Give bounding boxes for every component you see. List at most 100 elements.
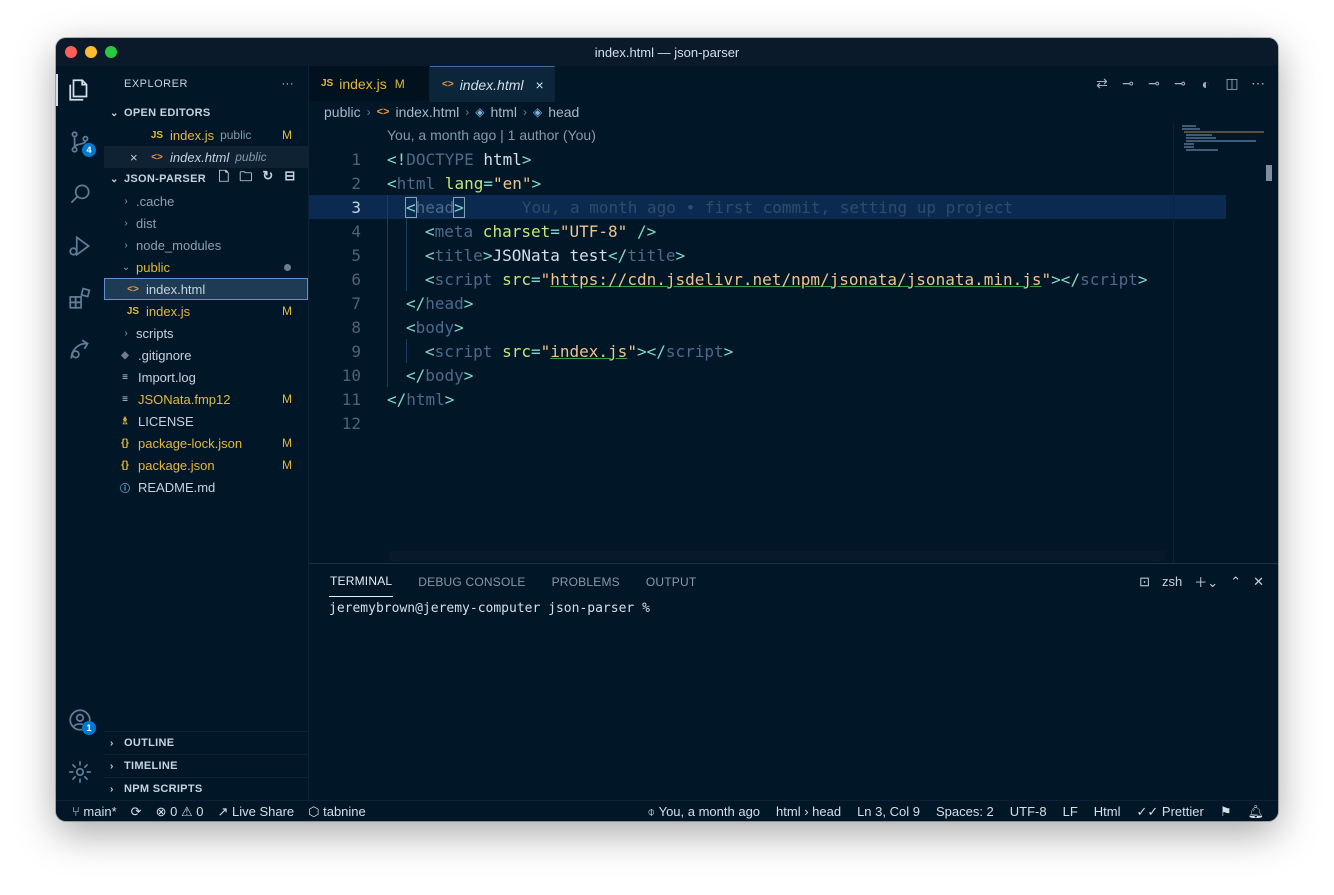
codelens-blame[interactable]: You, a month ago | 1 author (You) [387,127,596,143]
tab-terminal[interactable]: TERMINAL [329,566,394,597]
line-number: 11 [341,389,361,409]
split-editor-icon[interactable]: ◫ [1224,75,1240,92]
tree-item-node-modules[interactable]: › node_modules [104,234,308,256]
collapse-all-icon[interactable]: ⊟ [282,168,298,190]
outline-title: OUTLINE [124,737,175,749]
tree-item-readme[interactable]: ⓘ README.md [104,476,308,498]
code-line: 4 < meta charset = "UTF-8" /> [309,219,1226,243]
tree-item-index-js[interactable]: JS index.js M [104,300,308,322]
outline-section[interactable]: › OUTLINE [104,731,308,754]
minimap[interactable] [1173,123,1278,563]
files-icon [69,79,88,101]
end-of-line[interactable]: LF [1063,804,1078,819]
status-left: ⑂ main* ⟳ ⊗ 0 ⚠ 0 ↗ Live Share ⬡ tabnine [56,804,366,820]
js-file-icon: JS [126,305,140,317]
language-mode[interactable]: Html [1094,804,1121,819]
cursor-position[interactable]: Ln 3, Col 9 [857,804,920,819]
check-double-icon: ✓✓ [1136,803,1162,819]
close-icon[interactable]: ✕ [1253,574,1264,590]
refresh-icon[interactable]: ↻ [260,168,276,190]
panel-tabs: TERMINAL DEBUG CONSOLE PROBLEMS OUTPUT [309,564,1278,599]
chevron-right-icon: › [110,760,114,772]
prettier-status[interactable]: ✓✓ Prettier [1137,804,1204,820]
run-debug-button[interactable] [56,224,104,268]
toggle-blame-icon[interactable]: ◐ [1198,76,1214,92]
code-line: 11 </html > [309,387,1226,411]
open-editor-item-index-js[interactable]: JS index.js public M [104,124,308,146]
encoding[interactable]: UTF-8 [1010,804,1047,819]
breadcrumb-item[interactable]: public [324,104,361,120]
tree-item-cache[interactable]: › .cache [104,190,308,212]
close-window-button[interactable] [65,46,77,58]
source-control-button[interactable]: 4 [56,120,104,164]
problems-status[interactable]: ⊗ 0 ⚠ 0 [156,804,204,820]
vertical-scrollbar[interactable] [1266,165,1272,181]
tab-problems[interactable]: PROBLEMS [551,567,621,597]
remote-explorer-button[interactable] [56,328,104,372]
tree-item-package-lock[interactable]: {} package-lock.json M [104,432,308,454]
remote-explorer-icon [70,339,89,359]
extensions-button[interactable] [56,276,104,320]
search-button[interactable] [56,172,104,216]
element-icon: ◈ [475,105,485,119]
maximize-panel-icon[interactable]: ⌃ [1230,574,1241,590]
tree-item-dist[interactable]: › dist [104,212,308,234]
timeline-section[interactable]: › TIMELINE [104,754,308,777]
tabnine-status[interactable]: ⬡ tabnine [308,804,366,820]
tree-item-license[interactable]: ♗ LICENSE [104,410,308,432]
info-file-icon: ⓘ [120,483,130,495]
breadcrumb-item[interactable]: head [548,104,579,120]
tree-item-public[interactable]: ⌄ public [104,256,308,278]
tab-output[interactable]: OUTPUT [645,567,698,597]
accounts-button[interactable]: 1 [56,698,104,742]
notifications-bell-icon[interactable]: 🔔︎ [1247,804,1264,820]
npm-scripts-section[interactable]: › NPM SCRIPTS [104,777,308,800]
tab-index-js[interactable]: JS index.js M [309,66,430,101]
tab-index-html[interactable]: <> index.html × [430,66,555,102]
open-changes-icon[interactable]: ⇄ [1094,75,1110,92]
tree-item-jsonata-fmp12[interactable]: ≡ JSONata.fmp12 M [104,388,308,410]
breadcrumb-item[interactable]: html [491,104,517,120]
git-commit-icon[interactable]: ⊸ [1120,75,1136,92]
tree-item-index-html[interactable]: <> index.html [104,278,308,300]
code-editor[interactable]: You, a month ago | 1 author (You) 1 <! DOC… [309,123,1226,563]
close-icon[interactable]: × [130,150,144,165]
tree-item-label: scripts [136,325,174,341]
live-share-status[interactable]: ↗ Live Share [217,804,294,820]
context-status[interactable]: html › head [776,804,841,819]
next-change-icon[interactable]: ⊸ [1172,75,1188,92]
more-actions-icon[interactable]: ⋯ [1250,75,1266,92]
more-actions-icon[interactable]: ··· [282,78,295,90]
open-editors-section[interactable]: ⌄ OPEN EDITORS [104,102,308,124]
project-section[interactable]: ⌄ JSON-PARSER 🗋 🗀 ↻ ⊟ [104,168,308,190]
tree-item-import-log[interactable]: ≡ Import.log [104,366,308,388]
new-folder-icon[interactable]: 🗀 [238,168,254,190]
minimize-window-button[interactable] [85,46,97,58]
branch-status[interactable]: ⑂ main* [72,804,117,819]
breadcrumb-item[interactable]: index.html [395,104,459,120]
blame-status[interactable]: ⌽ You, a month ago [647,804,760,820]
explorer-sidebar: EXPLORER ··· ⌄ OPEN EDITORS JS index.js … [104,66,309,800]
indentation[interactable]: Spaces: 2 [936,804,994,819]
zoom-window-button[interactable] [105,46,117,58]
new-file-icon[interactable]: 🗋 [216,168,232,190]
tree-item-gitignore[interactable]: ◆ .gitignore [104,344,308,366]
tree-item-package-json[interactable]: {} package.json M [104,454,308,476]
open-editor-item-index-html[interactable]: × <> index.html public [104,146,308,168]
shell-name[interactable]: zsh [1162,574,1182,589]
close-icon[interactable]: × [536,77,544,93]
sync-icon[interactable]: ⟳ [131,804,142,820]
manage-button[interactable] [56,750,104,794]
horizontal-scrollbar[interactable] [389,551,1165,561]
line-number: 3 [351,197,361,217]
tree-item-scripts[interactable]: › scripts [104,322,308,344]
window-title: index.html — json-parser [594,44,740,60]
explorer-button[interactable] [56,68,104,112]
new-terminal-icon[interactable]: ＋⌄ [1194,572,1218,591]
open-editor-desc: public [235,150,267,164]
line-number: 2 [351,173,361,193]
terminal-prompt[interactable]: jeremybrown@jeremy-computer json-parser … [309,601,1278,616]
feedback-icon[interactable]: ⚑ [1220,804,1232,820]
tab-debug-console[interactable]: DEBUG CONSOLE [417,567,526,597]
previous-change-icon[interactable]: ⊸ [1146,75,1162,92]
